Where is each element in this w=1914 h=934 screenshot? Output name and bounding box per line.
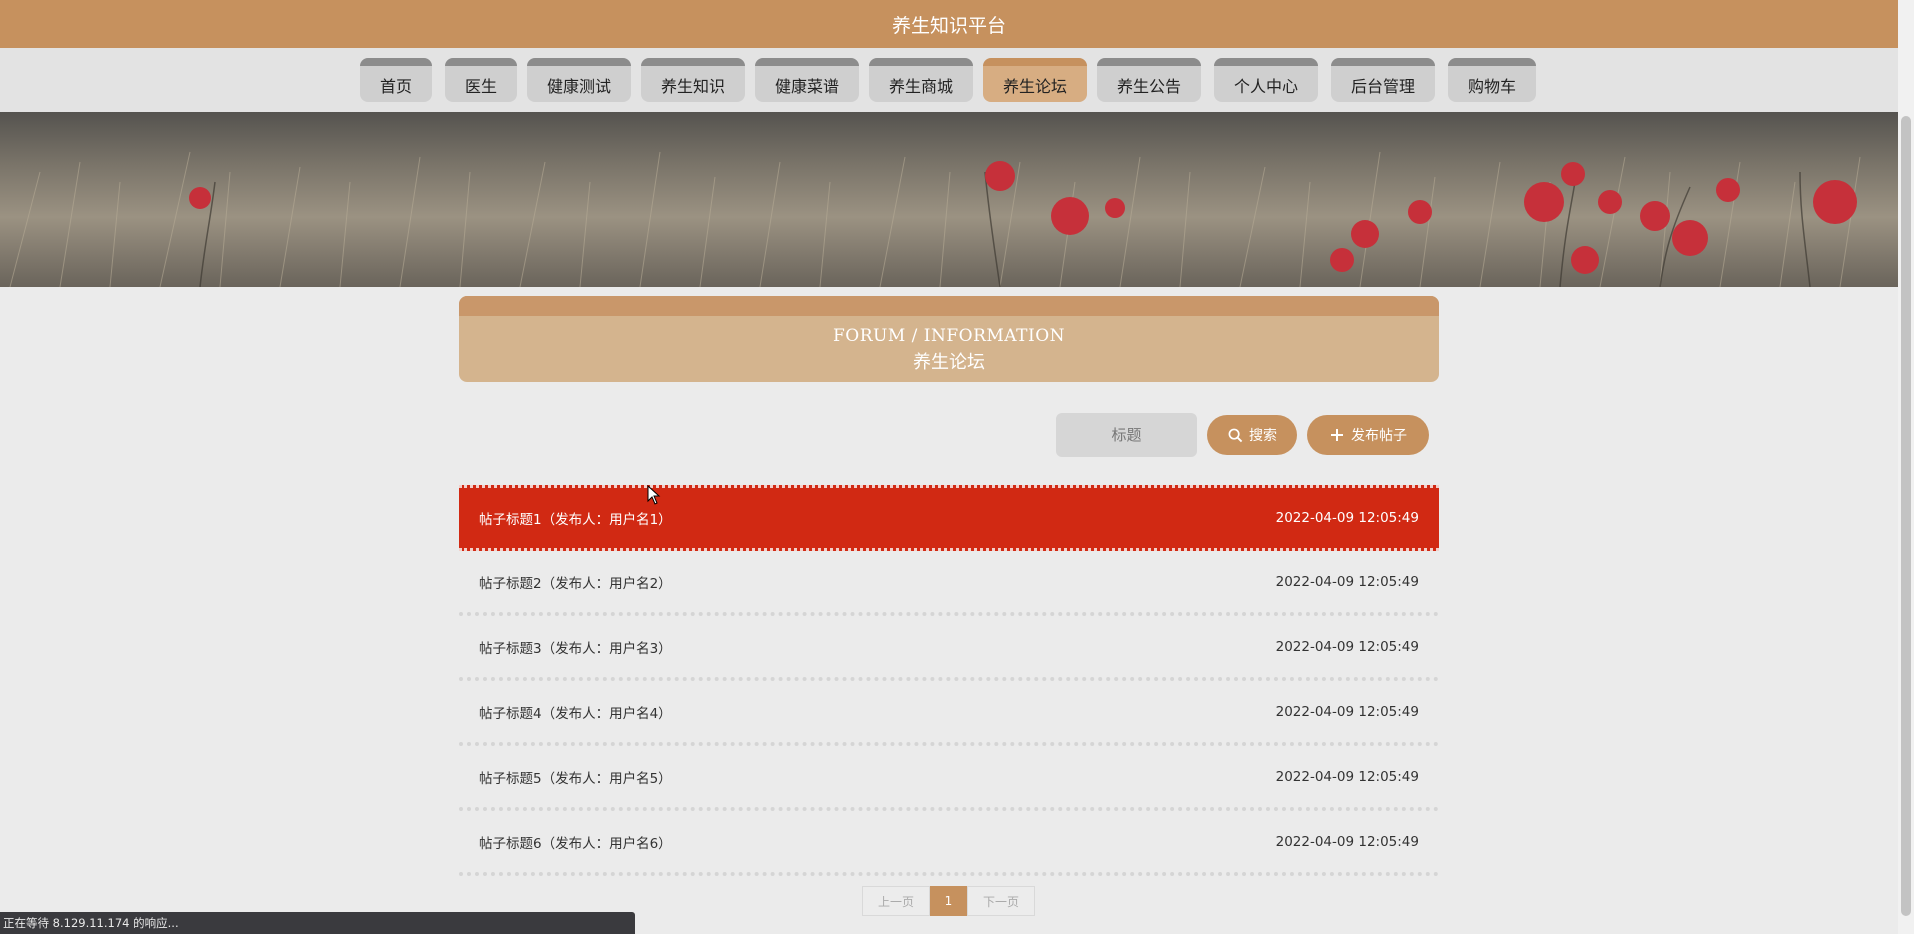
post-time: 2022-04-09 12:05:49	[1275, 703, 1419, 720]
search-button-label: 搜索	[1249, 428, 1277, 444]
nav-item-home[interactable]: 首页	[360, 58, 432, 102]
forum-post-row[interactable]: 帖子标题5（发布人：用户名5） 2022-04-09 12:05:49	[459, 746, 1439, 811]
forum-section-header: FORUM / INFORMATION 养生论坛	[459, 296, 1439, 382]
post-title[interactable]: 帖子标题3（发布人：用户名3）	[479, 637, 672, 657]
forum-post-row[interactable]: 帖子标题3（发布人：用户名3） 2022-04-09 12:05:49	[459, 616, 1439, 681]
search-button[interactable]: 搜索	[1207, 415, 1297, 455]
nav-item-admin[interactable]: 后台管理	[1331, 58, 1435, 102]
post-time: 2022-04-09 12:05:49	[1275, 768, 1419, 785]
post-title[interactable]: 帖子标题4（发布人：用户名4）	[479, 702, 672, 722]
nav-item-health-test[interactable]: 健康测试	[527, 58, 631, 102]
current-page-button[interactable]: 1	[930, 886, 967, 916]
search-icon	[1227, 427, 1243, 443]
post-time: 2022-04-09 12:05:49	[1275, 573, 1419, 590]
section-header-strip	[459, 296, 1439, 316]
nav-item-forum[interactable]: 养生论坛	[983, 58, 1087, 102]
publish-post-label: 发布帖子	[1351, 428, 1407, 444]
hero-banner-image	[0, 112, 1898, 287]
nav-item-personal-center[interactable]: 个人中心	[1214, 58, 1318, 102]
nav-item-doctors[interactable]: 医生	[445, 58, 517, 102]
nav-item-cart[interactable]: 购物车	[1448, 58, 1536, 102]
browser-status-bar: 正在等待 8.129.11.174 的响应...	[0, 912, 635, 934]
plus-icon	[1329, 427, 1345, 443]
prev-page-button[interactable]: 上一页	[862, 886, 930, 916]
post-title[interactable]: 帖子标题1（发布人：用户名1）	[479, 508, 672, 528]
forum-post-row[interactable]: 帖子标题2（发布人：用户名2） 2022-04-09 12:05:49	[459, 551, 1439, 616]
forum-post-row[interactable]: 帖子标题4（发布人：用户名4） 2022-04-09 12:05:49	[459, 681, 1439, 746]
title-search-input[interactable]	[1056, 413, 1197, 457]
site-title: 养生知识平台	[891, 14, 1006, 37]
nav-item-shop[interactable]: 养生商城	[869, 58, 973, 102]
pagination: 上一页 1 下一页	[862, 886, 1035, 916]
forum-post-row[interactable]: 帖子标题1（发布人：用户名1） 2022-04-09 12:05:49	[459, 485, 1439, 551]
section-title-cn: 养生论坛	[913, 352, 985, 373]
post-time: 2022-04-09 12:05:49	[1275, 510, 1419, 526]
post-title[interactable]: 帖子标题6（发布人：用户名6）	[479, 832, 672, 852]
mouse-pointer-icon	[647, 484, 661, 509]
scrollbar-thumb[interactable]	[1901, 116, 1911, 916]
status-text: 正在等待 8.129.11.174 的响应...	[3, 916, 179, 930]
page-scrollbar[interactable]	[1898, 0, 1914, 934]
post-title[interactable]: 帖子标题2（发布人：用户名2）	[479, 572, 672, 592]
nav-item-health-knowledge[interactable]: 养生知识	[641, 58, 745, 102]
site-title-bar: 养生知识平台	[0, 0, 1898, 48]
post-title[interactable]: 帖子标题5（发布人：用户名5）	[479, 767, 672, 787]
section-title-en: FORUM / INFORMATION	[832, 326, 1066, 346]
publish-post-button[interactable]: 发布帖子	[1307, 415, 1429, 455]
forum-post-row[interactable]: 帖子标题6（发布人：用户名6） 2022-04-09 12:05:49	[459, 811, 1439, 876]
post-time: 2022-04-09 12:05:49	[1275, 833, 1419, 850]
nav-item-recipes[interactable]: 健康菜谱	[755, 58, 859, 102]
forum-post-list: 帖子标题1（发布人：用户名1） 2022-04-09 12:05:49 帖子标题…	[459, 485, 1439, 876]
post-time: 2022-04-09 12:05:49	[1275, 638, 1419, 655]
nav-item-announcements[interactable]: 养生公告	[1097, 58, 1201, 102]
next-page-button[interactable]: 下一页	[967, 886, 1035, 916]
main-nav: 首页 医生 健康测试 养生知识 健康菜谱 养生商城 养生论坛 养生公告 个人中心…	[0, 48, 1898, 112]
